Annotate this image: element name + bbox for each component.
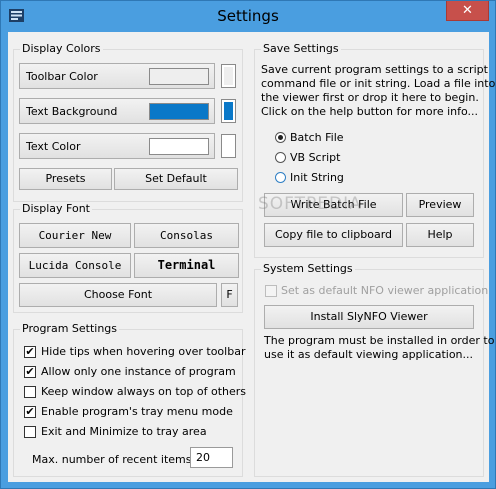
display-colors-title: Display Colors — [20, 42, 103, 55]
title-bar[interactable]: Settings ✕ — [1, 1, 495, 32]
recent-items-label: Max. number of recent items: — [32, 453, 196, 466]
single-instance-label: Allow only one instance of program — [41, 365, 236, 378]
save-description-line-4: Click on the help button for more info..… — [261, 105, 479, 118]
text-color-swatch — [149, 138, 209, 155]
display-colors-group: Display Colors Toolbar Color Text Backgr… — [13, 42, 243, 202]
batch-file-label: Batch File — [290, 131, 344, 144]
init-string-radio[interactable] — [275, 172, 286, 183]
hide-tips-label: Hide tips when hovering over toolbar — [41, 345, 246, 358]
close-icon: ✕ — [462, 3, 473, 18]
text-background-label: Text Background — [26, 105, 118, 118]
recent-items-input[interactable]: 20 — [190, 447, 233, 468]
init-string-label: Init String — [290, 171, 344, 184]
text-background-button[interactable]: Text Background — [19, 98, 215, 124]
save-settings-group: Save Settings Save current program setti… — [254, 42, 495, 258]
single-instance-checkbox[interactable]: ✔ — [24, 366, 36, 378]
display-font-group: Display Font Courier New Consolas Lucida… — [13, 202, 243, 313]
save-description-line-2: command file or init string. Load a file… — [261, 77, 496, 90]
minimize-to-tray-label: Exit and Minimize to tray area — [41, 425, 207, 438]
settings-window: Settings ✕ Display Colors Toolbar Color … — [0, 0, 496, 489]
install-note-line-1: The program must be installed in order t… — [264, 334, 495, 347]
toolbar-color-button[interactable]: Toolbar Color — [19, 63, 215, 89]
preview-button[interactable]: Preview — [406, 193, 474, 217]
save-settings-title: Save Settings — [261, 42, 341, 55]
toolbar-color-indicator[interactable] — [221, 64, 236, 88]
close-button[interactable]: ✕ — [446, 1, 489, 21]
save-description-line-1: Save current program settings to a scrip… — [261, 63, 488, 76]
text-color-button[interactable]: Text Color — [19, 133, 215, 159]
text-background-swatch — [149, 103, 209, 120]
text-color-indicator[interactable] — [221, 134, 236, 158]
display-font-title: Display Font — [20, 202, 92, 215]
copy-to-clipboard-button[interactable]: Copy file to clipboard — [264, 223, 403, 247]
text-color-label: Text Color — [26, 140, 81, 153]
always-on-top-label: Keep window always on top of others — [41, 385, 247, 398]
default-viewer-checkbox[interactable] — [265, 285, 277, 297]
toolbar-color-label: Toolbar Color — [26, 70, 98, 83]
help-button[interactable]: Help — [406, 223, 474, 247]
font-consolas-button[interactable]: Consolas — [134, 223, 239, 248]
always-on-top-checkbox[interactable] — [24, 386, 36, 398]
softpedia-watermark: SOFTPEDIA — [258, 194, 362, 214]
minimize-to-tray-checkbox[interactable] — [24, 426, 36, 438]
window-title: Settings — [217, 7, 279, 25]
tray-menu-mode-label: Enable program's tray menu mode — [41, 405, 233, 418]
set-default-button[interactable]: Set Default — [114, 168, 238, 190]
default-viewer-label: Set as default NFO viewer application — [281, 284, 489, 297]
install-viewer-button[interactable]: Install SlyNFO Viewer — [264, 305, 474, 329]
settings-client-area: Display Colors Toolbar Color Text Backgr… — [8, 32, 495, 482]
text-background-indicator[interactable] — [221, 99, 236, 123]
system-settings-title: System Settings — [261, 262, 355, 275]
system-settings-group: System Settings Set as default NFO viewe… — [254, 262, 494, 477]
font-terminal-button[interactable]: Terminal — [134, 253, 239, 278]
vb-script-radio[interactable] — [275, 152, 286, 163]
save-description-line-3: the viewer first or drop it here to begi… — [261, 91, 479, 104]
program-settings-title: Program Settings — [20, 322, 120, 335]
choose-font-button[interactable]: Choose Font — [19, 283, 217, 307]
tray-menu-mode-checkbox[interactable]: ✔ — [24, 406, 36, 418]
program-settings-group: Program Settings ✔ Hide tips when hoveri… — [13, 322, 247, 477]
font-courier-new-button[interactable]: Courier New — [19, 223, 131, 248]
vb-script-label: VB Script — [290, 151, 341, 164]
font-lucida-console-button[interactable]: Lucida Console — [19, 253, 131, 278]
batch-file-radio[interactable] — [275, 132, 286, 143]
font-style-button[interactable]: F — [221, 283, 238, 307]
install-note-line-2: use it as default viewing application... — [264, 348, 474, 361]
toolbar-color-swatch — [149, 68, 209, 85]
hide-tips-checkbox[interactable]: ✔ — [24, 346, 36, 358]
presets-button[interactable]: Presets — [19, 168, 112, 190]
